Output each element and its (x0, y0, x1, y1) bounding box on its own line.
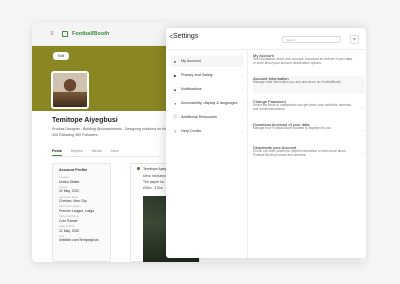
detail-description: Check out other places for helpful infor… (253, 149, 346, 157)
settings-detail-panel: My Account See information about your ac… (249, 51, 366, 258)
info-icon: ⓘ (173, 114, 177, 119)
lock-icon: ■ (173, 72, 177, 78)
chevron-right-icon: › (361, 82, 363, 87)
post-avatar (137, 167, 140, 170)
settings-menu-item-resources[interactable]: ⓘ Additional Resources › (171, 111, 243, 123)
settings-menu-item-accessibility[interactable]: ◑ Accessibility, display & languages › (171, 97, 243, 109)
account-row-value: Cole Palmer (59, 218, 78, 223)
settings-menu-label: Privacy and Safety (181, 73, 213, 77)
account-panel-title: Account Profile (59, 168, 88, 172)
account-row: Date of Birth 22 May, 2022 (59, 224, 104, 233)
bell-icon: ▲ (173, 86, 177, 92)
profile-stats: 300 Following 300 Followers (52, 133, 98, 137)
settings-menu-label: Additional Resources (181, 115, 217, 119)
account-row-value: 22 May, 2022 (59, 228, 80, 233)
account-row-value: United States (59, 179, 80, 184)
settings-menu-item-my-account[interactable]: ● My Account › (171, 55, 243, 67)
account-row: Favourite Player Cole Palmer (59, 215, 104, 223)
account-row-value: Chelsea, Man City (59, 199, 87, 204)
chevron-right-icon: › (241, 86, 243, 92)
post-text-line: £60m - £70m (143, 186, 163, 190)
settings-modal: < Settings × ● My Account › ■ Privacy an… (166, 28, 366, 258)
settings-menu-label: Accessibility, display & languages (181, 101, 238, 105)
account-row-value: Premier League, Laliga (59, 208, 95, 213)
chevron-right-icon: › (241, 100, 243, 106)
post-text-line: Devo hecharon (143, 174, 166, 178)
settings-menu: ● My Account › ■ Privacy and Safety › ▲ … (166, 51, 248, 258)
settings-menu-label: Help Center (181, 129, 202, 133)
detail-description: See information about your account, down… (253, 57, 353, 65)
settings-header: < Settings × (166, 28, 366, 50)
avatar (51, 71, 89, 109)
detail-description: Manage what information you see and shar… (253, 80, 342, 84)
help-icon: ? (173, 128, 177, 134)
edit-profile-button[interactable]: Edit (53, 52, 69, 60)
detail-change-password[interactable]: Change Password Select the kinds of noti… (253, 99, 365, 117)
tab-replies[interactable]: Replies (71, 149, 83, 156)
settings-menu-item-notifications[interactable]: ▲ Notifications › (171, 83, 243, 95)
eye-icon: ◑ (173, 100, 177, 106)
chevron-right-icon: › (241, 58, 243, 64)
detail-deactivate-account[interactable]: Deactivate your Account Check out other … (253, 145, 365, 163)
settings-search-input[interactable] (282, 36, 341, 43)
account-row-value: 22 May, 2022 (59, 189, 80, 194)
settings-menu-item-privacy[interactable]: ■ Privacy and Safety › (171, 69, 243, 81)
account-row-value[interactable]: dribbble.com/Temipegbusi (59, 238, 104, 242)
chevron-right-icon: › (361, 105, 363, 110)
detail-download-archive[interactable]: Download Archived of your data Manage ho… (253, 122, 365, 140)
close-button[interactable]: × (350, 35, 359, 44)
detail-my-account: My Account See information about your ac… (253, 53, 365, 71)
detail-account-information[interactable]: Account Information Manage what informat… (253, 76, 365, 94)
account-row: Joined 22 May, 2022 (59, 185, 104, 194)
tab-posts[interactable]: Posts (52, 149, 62, 156)
account-row: Favourite Team Chelsea, Man City (59, 195, 104, 204)
detail-description: Manage how Football Booth content is dis… (253, 126, 333, 130)
account-row: Link dribbble.com/Temipegbusi (59, 234, 104, 243)
settings-menu-label: Notifications (181, 87, 202, 91)
tabs-divider (52, 156, 160, 157)
detail-description: Select the kinds of notifications you ge… (253, 103, 352, 111)
profile-name: Temitope Aiyegbusi (52, 117, 118, 124)
hamburger-menu-icon[interactable]: ≡ (50, 31, 58, 37)
chevron-right-icon: › (361, 151, 363, 156)
chevron-right-icon: › (241, 114, 243, 120)
chevron-right-icon: › (241, 128, 243, 134)
settings-menu-item-help[interactable]: ? Help Center › (171, 125, 243, 137)
account-row: Location United States (59, 175, 104, 184)
tab-media[interactable]: Media (92, 149, 102, 156)
chevron-right-icon: › (241, 72, 243, 78)
logo-icon (62, 30, 68, 37)
settings-title: Settings (173, 33, 199, 40)
account-row: Favourite League Premier League, Laliga (59, 205, 104, 213)
settings-menu-label: My Account (181, 59, 201, 63)
post-text-line: The player ha (143, 180, 164, 184)
chevron-right-icon: › (361, 128, 363, 133)
profile-tabs: Posts Replies Media Likes (52, 149, 119, 156)
account-profile-panel: Account Profile Location United States J… (52, 163, 111, 262)
app-window: ≡ FootballBooth Edit Temitope Aiyegbusi … (32, 22, 366, 262)
user-icon: ● (173, 58, 177, 64)
tab-likes[interactable]: Likes (111, 149, 119, 156)
logo-text: FootballBooth (72, 30, 110, 37)
